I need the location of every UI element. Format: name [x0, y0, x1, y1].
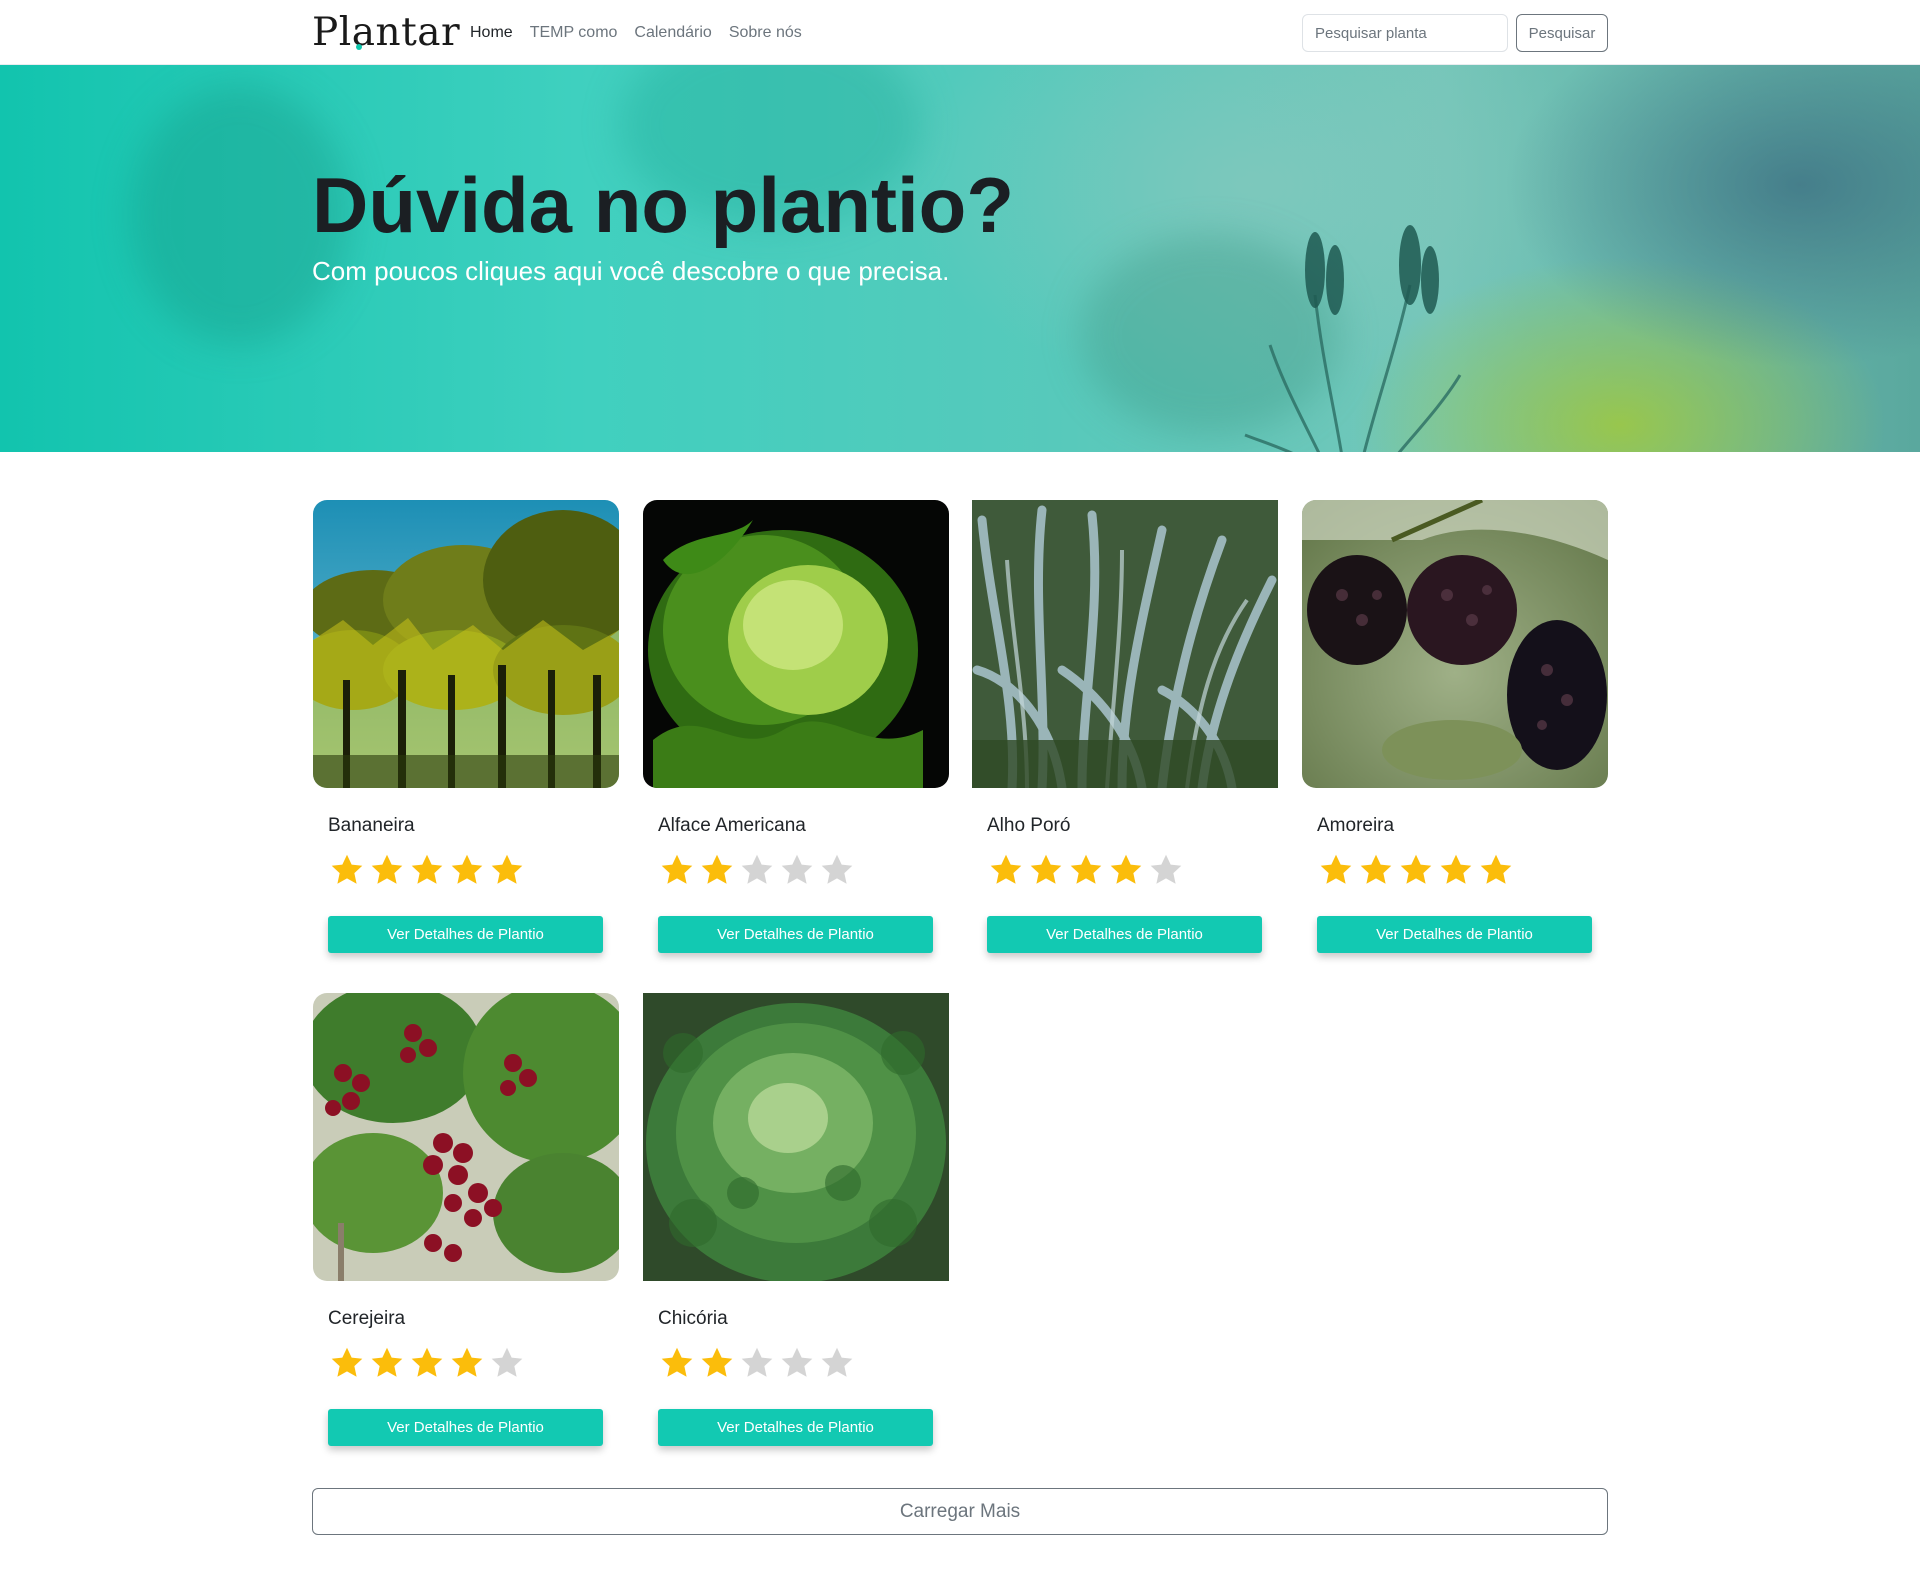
brand-logo[interactable]: Plantar: [312, 10, 460, 56]
rating-stars: [659, 852, 855, 888]
plant-card: Alho Poró Ver Detalhes de Plantio: [972, 500, 1278, 970]
star-empty-icon: [781, 854, 813, 884]
plant-card: Alface Americana Ver Detalhes de Plantio: [643, 500, 949, 970]
plant-card: Cerejeira Ver Detalhes de Plantio: [313, 993, 619, 1463]
hero-title: Dúvida no plantio?: [312, 161, 1014, 249]
plant-name: Alface Americana: [658, 815, 806, 836]
view-details-button[interactable]: Ver Detalhes de Plantio: [658, 1409, 933, 1446]
nav-links: Home TEMP como Calendário Sobre nós: [470, 23, 802, 43]
star-filled-icon: [331, 1347, 363, 1377]
chicory-photo: [643, 993, 949, 1281]
iceberg-lettuce-photo: [643, 500, 949, 788]
star-empty-icon: [491, 1347, 523, 1377]
hero-plant-illustration: [1244, 225, 1462, 452]
star-filled-icon: [1360, 854, 1392, 884]
plant-name: Chicória: [658, 1308, 728, 1329]
star-filled-icon: [661, 1347, 693, 1377]
star-filled-icon: [331, 854, 363, 884]
plant-name: Amoreira: [1317, 815, 1395, 836]
plant-name: Alho Poró: [987, 815, 1071, 836]
plant-card: Bananeira Ver Detalhes de Plantio: [313, 500, 619, 970]
star-filled-icon: [661, 854, 693, 884]
star-filled-icon: [1320, 854, 1352, 884]
nav-link-temp-como[interactable]: TEMP como: [530, 23, 618, 43]
load-more-button[interactable]: Carregar Mais: [312, 1488, 1608, 1535]
banana-trees-photo: [313, 500, 619, 788]
star-filled-icon: [411, 854, 443, 884]
plant-card: Chicória Ver Detalhes de Plantio: [643, 993, 949, 1463]
star-filled-icon: [1110, 854, 1142, 884]
rating-stars: [329, 852, 525, 888]
star-filled-icon: [1400, 854, 1432, 884]
hero-subtitle: Com poucos cliques aqui você descobre o …: [312, 256, 950, 286]
star-filled-icon: [990, 854, 1022, 884]
star-filled-icon: [371, 1347, 403, 1377]
star-filled-icon: [701, 854, 733, 884]
star-empty-icon: [781, 1347, 813, 1377]
star-filled-icon: [491, 854, 523, 884]
rating-stars: [1318, 852, 1514, 888]
plant-name: Cerejeira: [328, 1308, 406, 1329]
star-filled-icon: [1030, 854, 1062, 884]
star-empty-icon: [741, 1347, 773, 1377]
search-button[interactable]: Pesquisar: [1516, 14, 1608, 52]
leek-photo: [972, 500, 1278, 788]
rating-stars: [988, 852, 1184, 888]
navbar: Plantar Home TEMP como Calendário Sobre …: [0, 0, 1920, 65]
star-filled-icon: [451, 1347, 483, 1377]
plant-name: Bananeira: [328, 815, 415, 836]
cherries-photo: [313, 993, 619, 1281]
view-details-button[interactable]: Ver Detalhes de Plantio: [987, 916, 1262, 953]
star-empty-icon: [741, 854, 773, 884]
blackberries-photo: [1302, 500, 1608, 788]
rating-stars: [659, 1345, 855, 1381]
nav-link-calendario[interactable]: Calendário: [634, 23, 711, 43]
nav-link-sobre-nos[interactable]: Sobre nós: [729, 23, 802, 43]
view-details-button[interactable]: Ver Detalhes de Plantio: [1317, 916, 1592, 953]
star-empty-icon: [821, 1347, 853, 1377]
view-details-button[interactable]: Ver Detalhes de Plantio: [328, 916, 603, 953]
star-filled-icon: [371, 854, 403, 884]
brand-logo-dot: [356, 44, 362, 50]
view-details-button[interactable]: Ver Detalhes de Plantio: [328, 1409, 603, 1446]
plant-card: Amoreira Ver Detalhes de Plantio: [1302, 500, 1608, 970]
star-empty-icon: [821, 854, 853, 884]
star-filled-icon: [1070, 854, 1102, 884]
star-filled-icon: [1440, 854, 1472, 884]
star-filled-icon: [451, 854, 483, 884]
star-empty-icon: [1150, 854, 1182, 884]
star-filled-icon: [1480, 854, 1512, 884]
view-details-button[interactable]: Ver Detalhes de Plantio: [658, 916, 933, 953]
rating-stars: [329, 1345, 525, 1381]
hero-banner: Dúvida no plantio? Com poucos cliques aq…: [0, 65, 1920, 452]
search-input[interactable]: [1302, 14, 1508, 52]
nav-link-home[interactable]: Home: [470, 23, 513, 43]
star-filled-icon: [701, 1347, 733, 1377]
star-filled-icon: [411, 1347, 443, 1377]
